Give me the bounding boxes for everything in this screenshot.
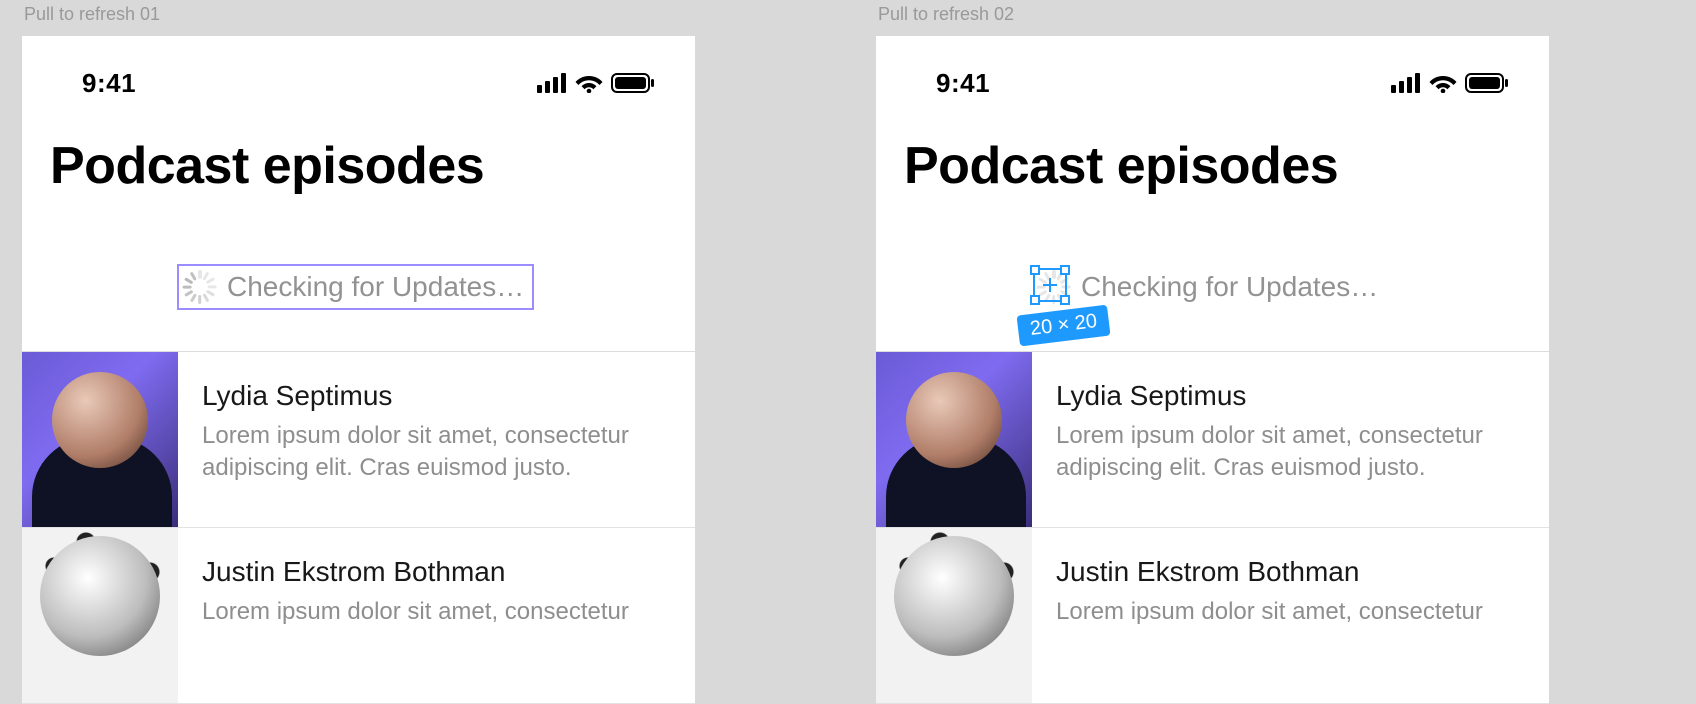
battery-icon bbox=[1465, 73, 1509, 93]
list-item[interactable]: Justin Ekstrom Bothman Lorem ipsum dolor… bbox=[876, 528, 1549, 704]
spinner-icon bbox=[183, 270, 217, 304]
wifi-icon bbox=[1429, 73, 1457, 93]
episode-thumbnail bbox=[876, 352, 1032, 527]
episode-title: Justin Ekstrom Bothman bbox=[1056, 556, 1521, 588]
selection-handle-bl[interactable] bbox=[1030, 295, 1040, 305]
refresh-status-text: Checking for Updates… bbox=[1081, 271, 1378, 303]
pull-to-refresh-area: Checking for Updates… bbox=[22, 206, 695, 351]
frame-pull-to-refresh-02[interactable]: 9:41 Podcast bbox=[876, 36, 1549, 704]
list-item[interactable]: Justin Ekstrom Bothman Lorem ipsum dolor… bbox=[22, 528, 695, 704]
list-item[interactable]: Lydia Septimus Lorem ipsum dolor sit ame… bbox=[876, 352, 1549, 528]
episode-list: Lydia Septimus Lorem ipsum dolor sit ame… bbox=[876, 351, 1549, 704]
status-time: 9:41 bbox=[936, 68, 990, 99]
page-title: Podcast episodes bbox=[876, 108, 1549, 206]
selection-handle-tr[interactable] bbox=[1060, 265, 1070, 275]
episode-thumbnail bbox=[22, 352, 178, 527]
refresh-indicator-group[interactable]: Checking for Updates… bbox=[179, 266, 532, 308]
figma-canvas[interactable]: Pull to refresh 01 Pull to refresh 02 9:… bbox=[0, 0, 1696, 662]
episode-description: Lorem ipsum dolor sit amet, consectetur bbox=[202, 596, 667, 628]
cellular-icon bbox=[537, 73, 567, 93]
frame-label-02[interactable]: Pull to refresh 02 bbox=[878, 4, 1014, 25]
status-time: 9:41 bbox=[82, 68, 136, 99]
status-icons bbox=[537, 73, 655, 93]
episode-thumbnail bbox=[876, 528, 1032, 703]
episode-description: Lorem ipsum dolor sit amet, consectetur … bbox=[202, 420, 667, 485]
selection-size-badge: 20 × 20 bbox=[1016, 305, 1110, 347]
episode-title: Lydia Septimus bbox=[202, 380, 667, 412]
selection-outline[interactable] bbox=[1033, 268, 1067, 302]
cellular-icon bbox=[1391, 73, 1421, 93]
status-bar: 9:41 bbox=[876, 36, 1549, 108]
frame-label-01[interactable]: Pull to refresh 01 bbox=[24, 4, 160, 25]
selection-handle-br[interactable] bbox=[1060, 295, 1070, 305]
pull-to-refresh-area: Checking for Updates… 20 × 20 bbox=[876, 206, 1549, 351]
episode-description: Lorem ipsum dolor sit amet, consectetur bbox=[1056, 596, 1521, 628]
wifi-icon bbox=[575, 73, 603, 93]
status-bar: 9:41 bbox=[22, 36, 695, 108]
frame-pull-to-refresh-01[interactable]: 9:41 Podcast bbox=[22, 36, 695, 704]
page-title: Podcast episodes bbox=[22, 108, 695, 206]
selection-handle-tl[interactable] bbox=[1030, 265, 1040, 275]
refresh-status-text: Checking for Updates… bbox=[227, 271, 524, 303]
refresh-indicator-group[interactable]: Checking for Updates… bbox=[1033, 266, 1386, 308]
status-icons bbox=[1391, 73, 1509, 93]
episode-list: Lydia Septimus Lorem ipsum dolor sit ame… bbox=[22, 351, 695, 704]
episode-title: Justin Ekstrom Bothman bbox=[202, 556, 667, 588]
list-item[interactable]: Lydia Septimus Lorem ipsum dolor sit ame… bbox=[22, 352, 695, 528]
episode-thumbnail bbox=[22, 528, 178, 703]
episode-description: Lorem ipsum dolor sit amet, consectetur … bbox=[1056, 420, 1521, 485]
battery-icon bbox=[611, 73, 655, 93]
episode-title: Lydia Septimus bbox=[1056, 380, 1521, 412]
selection-center-icon bbox=[1043, 278, 1057, 292]
